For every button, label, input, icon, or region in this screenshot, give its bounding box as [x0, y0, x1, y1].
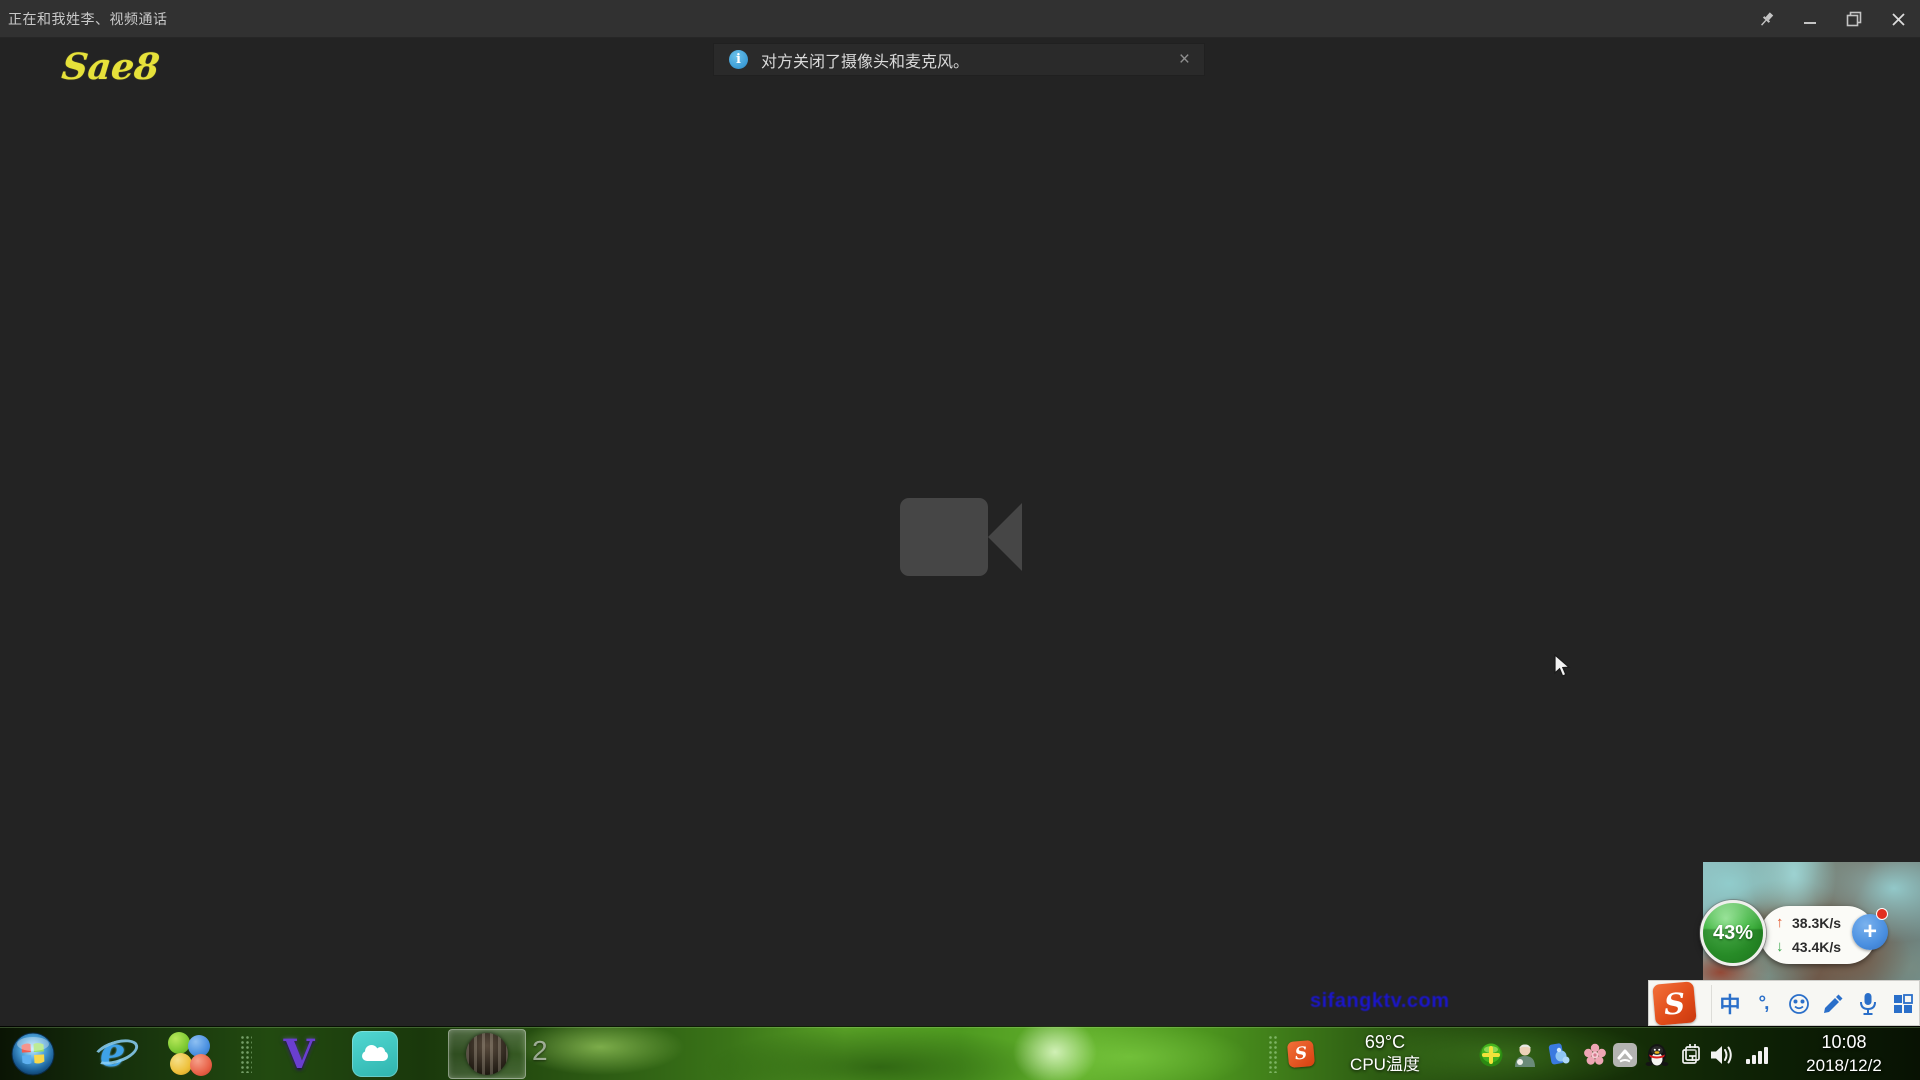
taskbar-drag-handle [240, 1035, 252, 1073]
banner-close-icon[interactable]: × [1179, 50, 1190, 69]
power-plug-icon[interactable] [1678, 1042, 1704, 1068]
restore-icon [1846, 11, 1862, 27]
info-icon: i [729, 50, 748, 69]
camera-off-icon [900, 496, 1024, 583]
taskbar-cloud-app[interactable] [352, 1031, 398, 1077]
sogou-tray-icon[interactable]: S [1287, 1040, 1315, 1068]
handwriting-pen-icon[interactable] [1817, 981, 1849, 1027]
doctor-person-icon[interactable] [1512, 1042, 1538, 1068]
pink-flower-icon[interactable] [1582, 1042, 1608, 1068]
pin-icon [1758, 11, 1775, 28]
window-controls [1744, 0, 1920, 38]
speaker-icon[interactable] [1710, 1042, 1736, 1068]
video-call-avatar [466, 1033, 508, 1075]
blue-bubbles-icon[interactable] [1546, 1042, 1572, 1068]
upload-speed: 38.3K/s [1792, 915, 1841, 931]
notification-dot [1876, 908, 1888, 920]
notification-banner: i 对方关闭了摄像头和麦克风。 × [713, 43, 1205, 76]
sogou-separator [1711, 985, 1712, 1023]
taskbar: e V 2 S 69°C CPU温度 [0, 1026, 1920, 1080]
yellow-circle-icon [170, 1053, 192, 1075]
maximize-button[interactable] [1832, 0, 1876, 38]
close-button[interactable] [1876, 0, 1920, 38]
clock-date: 2018/12/2 [1778, 1055, 1910, 1077]
minimize-icon [1803, 12, 1817, 26]
emoji-icon[interactable] [1783, 981, 1815, 1027]
cpu-temp-value: 69°C [1318, 1030, 1452, 1054]
sogou-logo-icon[interactable]: S [1652, 981, 1696, 1025]
video-call-canvas: Sae8 i 对方关闭了摄像头和麦克风。 × sifangktv.com ↑ 3… [0, 38, 1920, 1026]
cloud-icon [362, 1051, 388, 1061]
network-signal-icon[interactable] [1744, 1042, 1770, 1068]
window-title: 正在和我姓李、视频通话 [8, 0, 168, 38]
taskbar-internet-explorer[interactable]: e [92, 1031, 142, 1077]
notification-text: 对方关闭了摄像头和麦克风。 [761, 48, 1179, 72]
tray-clock[interactable]: 10:08 2018/12/2 [1778, 1030, 1910, 1077]
cpu-temp-label: CPU温度 [1318, 1054, 1452, 1076]
download-arrow-icon: ↓ [1776, 938, 1792, 955]
qq-penguin-icon[interactable] [1644, 1042, 1670, 1068]
titlebar: 正在和我姓李、视频通话 [0, 0, 1920, 38]
memory-percent: 43% [1713, 922, 1753, 945]
start-button[interactable] [10, 1031, 56, 1077]
sogou-input-bar[interactable]: S 中 °, [1648, 980, 1920, 1026]
voice-mic-icon[interactable] [1852, 981, 1884, 1027]
mouse-cursor [1553, 654, 1575, 685]
memory-percent-ball[interactable]: 43% [1700, 900, 1766, 966]
watermark-text: sifangktv.com [1310, 990, 1450, 1013]
toolbox-grid-icon[interactable] [1887, 981, 1919, 1027]
green-plus-orb-icon[interactable] [1478, 1042, 1504, 1068]
download-speed: 43.4K/s [1792, 939, 1841, 955]
cpu-temp-widget[interactable]: 69°C CPU温度 [1318, 1030, 1452, 1078]
taskbar-four-circles-app[interactable] [166, 1031, 212, 1077]
punctuation-toggle-icon[interactable]: °, [1749, 981, 1777, 1027]
taskbar-app-badge: 2 [532, 1035, 548, 1067]
taskbar-video-call-app[interactable] [448, 1029, 526, 1079]
tray-drag-handle [1268, 1035, 1278, 1073]
clock-time: 10:08 [1778, 1030, 1910, 1055]
network-speed-widget[interactable]: ↑ 38.3K/s ↓ 43.4K/s + 43% [1700, 900, 1890, 974]
close-icon [1891, 12, 1906, 27]
sae8-logo: Sae8 [60, 46, 162, 88]
green-circle-icon [168, 1032, 190, 1054]
red-circle-icon [190, 1054, 212, 1076]
minimize-button[interactable] [1788, 0, 1832, 38]
pin-button[interactable] [1744, 0, 1788, 38]
gray-upload-tile-icon[interactable] [1612, 1042, 1638, 1068]
taskbar-purple-v-app[interactable]: V [276, 1031, 322, 1077]
chinese-english-toggle-icon[interactable]: 中 [1715, 981, 1745, 1027]
upload-arrow-icon: ↑ [1776, 914, 1792, 931]
